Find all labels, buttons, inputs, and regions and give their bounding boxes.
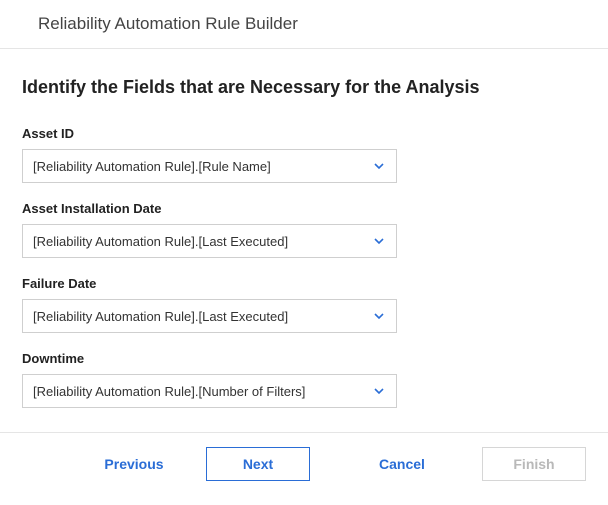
select-value: [Reliability Automation Rule].[Number of… [33,384,305,399]
chevron-down-icon [372,309,386,323]
wizard-footer: Previous Next Cancel Finish [0,432,608,481]
builder-content: Identify the Fields that are Necessary f… [0,49,608,408]
field-asset-id: Asset ID [Reliability Automation Rule].[… [22,126,586,183]
field-downtime: Downtime [Reliability Automation Rule].[… [22,351,586,408]
field-label: Asset Installation Date [22,201,586,216]
field-failure-date: Failure Date [Reliability Automation Rul… [22,276,586,333]
field-label: Failure Date [22,276,586,291]
chevron-down-icon [372,384,386,398]
select-value: [Reliability Automation Rule].[Last Exec… [33,309,288,324]
cancel-button[interactable]: Cancel [350,447,454,481]
chevron-down-icon [372,234,386,248]
select-value: [Reliability Automation Rule].[Last Exec… [33,234,288,249]
asset-id-select[interactable]: [Reliability Automation Rule].[Rule Name… [22,149,397,183]
step-title: Identify the Fields that are Necessary f… [22,77,586,98]
builder-header: Reliability Automation Rule Builder [0,0,608,49]
next-button[interactable]: Next [206,447,310,481]
field-label: Asset ID [22,126,586,141]
builder-title: Reliability Automation Rule Builder [38,14,588,34]
downtime-select[interactable]: [Reliability Automation Rule].[Number of… [22,374,397,408]
failure-date-select[interactable]: [Reliability Automation Rule].[Last Exec… [22,299,397,333]
asset-install-date-select[interactable]: [Reliability Automation Rule].[Last Exec… [22,224,397,258]
field-label: Downtime [22,351,586,366]
finish-button: Finish [482,447,586,481]
chevron-down-icon [372,159,386,173]
select-value: [Reliability Automation Rule].[Rule Name… [33,159,271,174]
previous-button[interactable]: Previous [82,447,186,481]
field-asset-install-date: Asset Installation Date [Reliability Aut… [22,201,586,258]
